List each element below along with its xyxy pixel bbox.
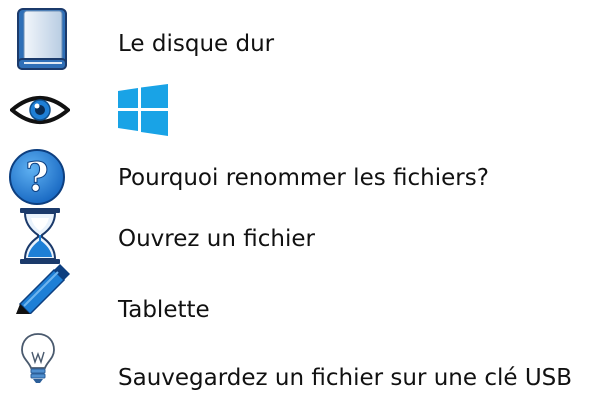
question-mark-icon: ? xyxy=(9,149,65,205)
item-label: Ouvrez un fichier xyxy=(118,226,315,252)
item-label: Tablette xyxy=(118,297,210,323)
lightbulb-icon xyxy=(21,333,55,383)
eye-icon xyxy=(10,96,70,124)
item-label: Pourquoi renommer les fichiers? xyxy=(118,165,489,191)
svg-text:?: ? xyxy=(25,154,48,201)
item-label: Sauvegardez un fichier sur une clé USB xyxy=(118,365,573,391)
windows-logo-icon xyxy=(118,84,168,136)
item-label: Le disque dur xyxy=(118,31,275,57)
hourglass-icon xyxy=(20,208,60,264)
pencil-icon xyxy=(16,264,70,314)
book-icon xyxy=(17,8,67,70)
